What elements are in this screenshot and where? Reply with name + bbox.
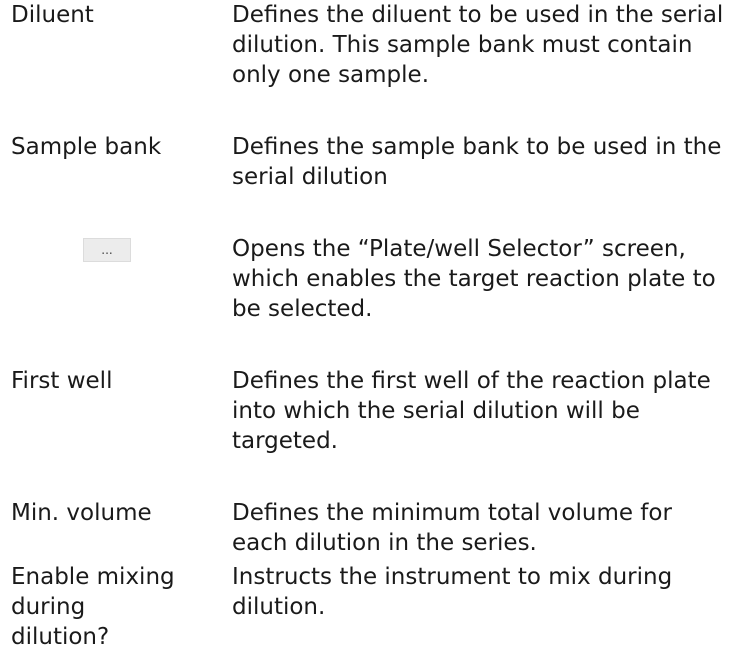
term-first-well: First well — [11, 368, 113, 394]
term-sample-bank: Sample bank — [11, 134, 162, 160]
term-diluent: Diluent — [11, 2, 94, 28]
browse-ellipsis-button[interactable]: ... — [83, 238, 131, 262]
description-min-volume: Defines the minimum total volume for eac… — [232, 500, 672, 556]
description-ellipsis-button: Opens the “Plate/well Selector” screen, … — [232, 236, 716, 322]
description-sample-bank: Defines the sample bank to be used in th… — [232, 134, 722, 190]
description-diluent: Defines the diluent to be used in the se… — [232, 2, 724, 88]
definition-table: Diluent Defines the diluent to be used i… — [0, 0, 743, 652]
description-first-well: Defines the first well of the reaction p… — [232, 368, 711, 454]
term-enable-mixing: Enable mixing during dilution? — [11, 564, 175, 650]
description-enable-mixing: Instructs the instrument to mix during d… — [232, 564, 673, 620]
term-min-volume: Min. volume — [11, 500, 152, 526]
